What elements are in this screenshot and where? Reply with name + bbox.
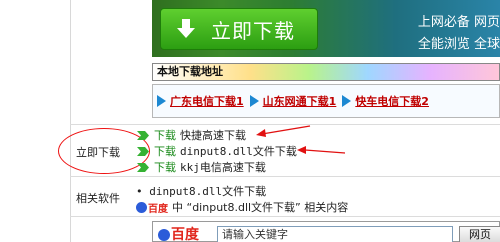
local-download-title: 本地下载地址	[152, 63, 500, 81]
related-link[interactable]: • dinput8.dll文件下载	[136, 183, 266, 199]
baidu-logo: 百度	[157, 224, 199, 242]
banner-tagline: 上网必备 网页	[417, 15, 500, 30]
search-input[interactable]: 请输入关键字	[217, 226, 453, 242]
download-arrow-icon	[177, 19, 195, 38]
download-link[interactable]: 下载 快捷高速下载	[136, 128, 246, 142]
baidu-mini-logo: 百度	[136, 200, 168, 215]
download-link[interactable]: 下载 kkj电信高速下载	[136, 160, 266, 174]
triangle-icon	[157, 95, 166, 107]
download-banner: 立即下载 上网必备 网页 全能浏览 全球	[152, 0, 500, 57]
baidu-paw-icon	[158, 229, 170, 241]
local-download-links: 广东电信下载1 山东网通下载1 快车电信下载2	[152, 84, 500, 118]
related-software-label: 相关软件	[76, 192, 120, 205]
download-link-text[interactable]: kkj电信高速下载	[180, 159, 266, 175]
search-button[interactable]: 网页	[459, 226, 500, 242]
related-baidu-line[interactable]: 百度 中 “dinput8.dll文件下载” 相关内容	[136, 199, 348, 215]
baidu-paw-icon	[136, 201, 147, 213]
baidu-tag: 百度	[148, 203, 168, 215]
local-download-link-text[interactable]: 山东网通下载1	[263, 93, 337, 109]
download-link-text[interactable]: 快捷高速下载	[180, 127, 246, 143]
banner-tagline: 全能浏览 全球	[417, 37, 500, 52]
related-baidu-text[interactable]: 中 “dinput8.dll文件下载” 相关内容	[172, 199, 348, 215]
baidu-logo-text: 百度	[171, 227, 199, 242]
local-download-link-text[interactable]: 快车电信下载2	[355, 93, 429, 109]
triangle-icon	[342, 95, 352, 107]
row-divider	[70, 176, 500, 177]
row-divider	[70, 124, 500, 125]
row-divider	[70, 216, 500, 217]
local-download-link[interactable]: 山东网通下载1	[249, 93, 337, 109]
download-prefix: 下载	[154, 129, 176, 142]
local-download-link[interactable]: 快车电信下载2	[342, 93, 429, 109]
download-prefix: 下载	[154, 145, 176, 158]
download-link-text[interactable]: dinput8.dll文件下载	[180, 143, 297, 159]
green-arrow-icon	[137, 146, 149, 156]
baidu-search-box: 百度 请输入关键字 网页	[152, 221, 500, 242]
triangle-icon	[249, 95, 259, 107]
big-download-label: 立即下载	[211, 18, 295, 43]
big-download-button[interactable]: 立即下载	[160, 8, 318, 50]
local-download-link[interactable]: 广东电信下载1	[157, 93, 244, 109]
download-prefix: 下载	[154, 161, 176, 174]
green-arrow-icon	[137, 162, 149, 172]
local-download-link-text[interactable]: 广东电信下载1	[170, 93, 244, 109]
download-link[interactable]: 下载 dinput8.dll文件下载	[136, 144, 297, 158]
green-arrow-icon	[137, 130, 149, 140]
